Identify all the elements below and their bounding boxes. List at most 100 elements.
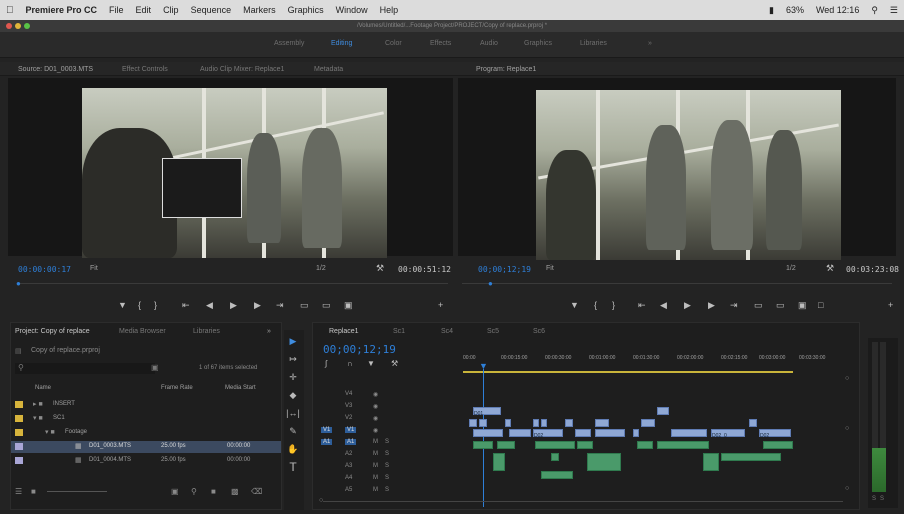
automate-to-sequence-icon[interactable]: ▣ [171,487,179,496]
column-media-start[interactable]: Media Start [225,385,256,391]
tab-sequence-sc4[interactable]: Sc4 [441,328,453,335]
tab-audio-clip-mixer[interactable]: Audio Clip Mixer: Replace1 [200,66,284,73]
add-marker-icon[interactable]: ▼ [118,300,127,310]
insert-icon[interactable]: ▭ [300,300,309,311]
video-clip[interactable] [595,429,625,437]
table-row[interactable]: ▦ D01_0004.MTS 25.00 fps 00:00:00 [11,455,281,467]
video-clip[interactable] [749,419,757,427]
timeline-settings-icon[interactable]: ⚒ [391,359,398,368]
minimize-window-icon[interactable] [15,23,21,29]
video-clip[interactable] [595,419,609,427]
program-timecode[interactable]: 00;00;12;19 [478,265,531,274]
scroll-handle-icon[interactable]: ○ [845,425,849,432]
audio-clip[interactable] [535,441,575,449]
source-resolution-dropdown[interactable]: 1/2 [316,265,326,272]
track-header-a1[interactable]: A1 A1 M S [313,439,453,449]
list-view-icon[interactable]: ☰ [15,487,22,496]
tab-metadata[interactable]: Metadata [314,66,343,73]
video-clip[interactable] [505,419,511,427]
tab-sequence-sc6[interactable]: Sc6 [533,328,545,335]
thumbnail-zoom-slider[interactable] [47,491,107,492]
source-timecode[interactable]: 00:00:00:17 [18,265,71,274]
video-clip[interactable] [469,419,477,427]
source-fit-dropdown[interactable]: Fit [90,265,98,272]
video-clip[interactable]: D02_0 [711,429,745,439]
track-mute-icon[interactable]: M [373,463,378,469]
workspace-audio[interactable]: Audio [480,40,498,47]
menu-sequence[interactable]: Sequence [185,5,238,15]
audio-clip[interactable] [493,453,505,471]
export-frame-icon[interactable]: ▣ [344,300,353,311]
spotlight-search-icon[interactable]: ⚲ [865,5,884,16]
zoom-window-icon[interactable] [24,23,30,29]
audio-clip[interactable] [703,453,719,471]
audio-clip[interactable] [657,441,709,449]
track-mute-icon[interactable]: M [373,487,378,493]
track-eye-icon[interactable]: ◉ [373,427,378,434]
tab-program[interactable]: Program: Replace1 [476,66,536,73]
ripple-edit-tool-icon[interactable]: ✛ [286,372,300,383]
work-area-bar[interactable] [463,371,793,373]
audio-clip[interactable] [577,441,593,449]
program-add-button-icon[interactable]: + [888,300,893,310]
table-row-selected[interactable]: ▦ D01_0003.MTS 25.00 fps 00:00:00 [11,441,281,453]
program-add-marker-icon[interactable]: ▼ [570,300,579,310]
slip-tool-icon[interactable]: |↔| [286,408,300,418]
track-header-v2[interactable]: V2 ◉ [313,415,453,425]
workspace-assembly[interactable]: Assembly [274,40,304,47]
audio-clip[interactable] [587,453,621,471]
clock[interactable]: Wed 12:16 [810,5,865,15]
video-clip[interactable] [641,419,655,427]
tab-libraries[interactable]: Libraries [193,328,220,335]
list-item[interactable]: ▾ ■ Footage [11,427,281,439]
new-search-bin-icon[interactable]: ▣ [151,363,159,372]
timeline-timecode[interactable]: 00;00;12;19 [323,343,396,356]
track-select-tool-icon[interactable]: ↦ [286,354,300,365]
go-to-out-icon[interactable]: ⇥ [276,300,284,311]
program-fit-dropdown[interactable]: Fit [546,265,554,272]
close-window-icon[interactable] [6,23,12,29]
tab-sequence-sc5[interactable]: Sc5 [487,328,499,335]
menu-window[interactable]: Window [330,5,374,15]
panel-overflow-icon[interactable]: » [267,328,271,335]
track-header-a3[interactable]: A3 M S [313,463,453,473]
track-solo-icon[interactable]: S [385,463,389,469]
track-mute-icon[interactable]: M [373,451,378,457]
lift-icon[interactable]: ▭ [754,300,763,311]
track-header-v3[interactable]: V3 ◉ [313,403,453,413]
source-scrub-bar[interactable] [18,283,448,284]
new-bin-icon[interactable]: ■ [211,487,216,496]
workspace-editing[interactable]: Editing [331,40,352,47]
program-mark-out-icon[interactable]: } [612,300,615,310]
selection-tool-icon[interactable]: ▶ [286,336,300,347]
workspace-graphics[interactable]: Graphics [524,40,552,47]
menu-clip[interactable]: Clip [157,5,185,15]
source-wrench-icon[interactable]: ⚒ [376,263,384,274]
go-to-in-icon[interactable]: ⇤ [182,300,190,311]
track-header-v1[interactable]: V1 V1 ◉ [313,427,453,437]
track-header-a5[interactable]: A5 M S [313,487,453,497]
apple-icon[interactable]:  [0,5,20,16]
find-icon[interactable]: ⚲ [191,487,197,496]
workspace-libraries[interactable]: Libraries [580,40,607,47]
zoom-handle-icon[interactable]: ○ [319,497,323,504]
source-playhead-icon[interactable]: ● [16,279,21,288]
program-playhead-icon[interactable]: ● [488,279,493,288]
audio-clip[interactable] [637,441,653,449]
step-back-icon[interactable]: ◀ [206,300,213,311]
add-marker-timeline-icon[interactable]: ▼ [367,359,375,368]
tab-source[interactable]: Source: D01_0003.MTS [18,66,93,73]
workspace-effects[interactable]: Effects [430,40,451,47]
solo-right-icon[interactable]: S [880,496,884,502]
workspace-more-icon[interactable]: » [648,40,652,47]
source-patch-a1[interactable]: A1 [321,439,333,445]
linked-selection-icon[interactable]: ∩ [347,359,353,368]
video-clip[interactable] [479,419,487,427]
tab-effect-controls[interactable]: Effect Controls [122,66,168,73]
video-clip[interactable] [671,429,707,437]
column-frame-rate[interactable]: Frame Rate [161,385,193,391]
menu-edit[interactable]: Edit [130,5,158,15]
snap-icon[interactable]: ∫ [325,359,327,368]
scroll-handle-icon[interactable]: ○ [845,375,849,382]
audio-clip[interactable] [497,441,515,449]
